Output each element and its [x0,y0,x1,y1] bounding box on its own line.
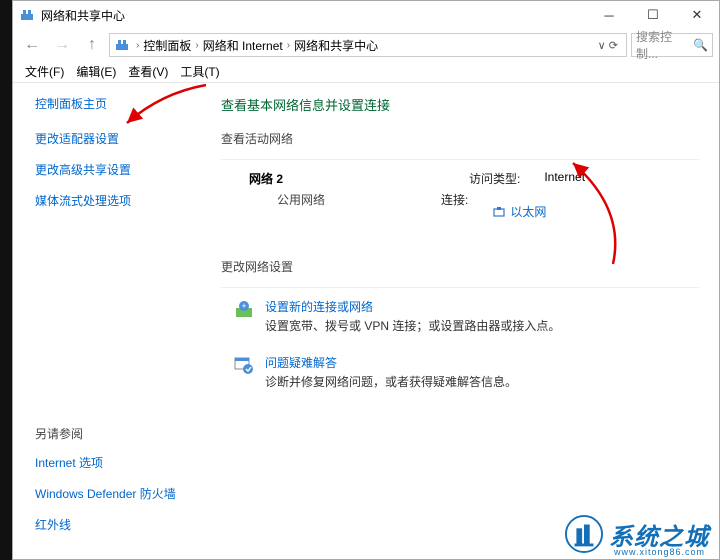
window-controls: ─ ☐ ✕ [587,1,719,29]
minimize-button[interactable]: ─ [587,1,631,29]
sidebar-item-media-streaming[interactable]: 媒体流式处理选项 [35,192,201,209]
task-new-connection[interactable]: + 设置新的连接或网络 设置宽带、拨号或 VPN 连接；或设置路由器或接入点。 [221,298,699,334]
content: 查看基本网络信息并设置连接 查看活动网络 网络 2 访问类型: Internet… [201,83,719,559]
up-button[interactable]: ↑ [79,32,105,58]
task-title: 问题疑难解答 [265,354,517,371]
breadcrumb-item[interactable]: 网络和 Internet [203,37,283,54]
related-title: 另请参阅 [35,425,201,442]
network-row: 网络 2 访问类型: Internet [221,170,699,187]
menu-tools[interactable]: 工具(T) [176,61,223,82]
new-connection-icon: + [233,298,255,320]
task-title: 设置新的连接或网络 [265,298,560,315]
watermark-url: www.xitong86.com [614,547,705,557]
close-button[interactable]: ✕ [675,1,719,29]
chevron-right-icon: › [195,40,198,51]
sidebar-home[interactable]: 控制面板主页 [35,95,201,112]
search-icon: 🔍 [693,38,708,52]
network-type: 公用网络 [249,191,469,208]
chevron-right-icon: › [287,40,290,51]
watermark-icon [565,515,603,553]
menu-file[interactable]: 文件(F) [21,61,68,82]
back-button[interactable]: ← [19,32,45,58]
connection-value: 以太网 [510,203,546,220]
breadcrumb-icon [114,37,130,53]
ethernet-icon [492,205,506,219]
svg-text:+: + [241,301,246,311]
access-type-label: 访问类型: [469,170,520,187]
related-internet-options[interactable]: Internet 选项 [35,454,201,471]
connection-link[interactable]: 以太网 [492,191,546,232]
page-heading: 查看基本网络信息并设置连接 [221,95,699,114]
sidebar: 控制面板主页 更改适配器设置 更改高级共享设置 媒体流式处理选项 另请参阅 In… [13,83,201,559]
task-desc: 设置宽带、拨号或 VPN 连接；或设置路由器或接入点。 [265,317,560,334]
related-defender-firewall[interactable]: Windows Defender 防火墙 [35,485,201,502]
titlebar: 网络和共享中心 ─ ☐ ✕ [13,1,719,29]
connection-label: 连接: [441,191,468,232]
maximize-button[interactable]: ☐ [631,1,675,29]
navbar: ← → ↑ › 控制面板 › 网络和 Internet › 网络和共享中心 ∨ … [13,29,719,61]
related-infrared[interactable]: 红外线 [35,516,201,533]
sidebar-item-sharing-settings[interactable]: 更改高级共享设置 [35,161,201,178]
refresh-button[interactable]: ∨ ⟳ [598,39,618,52]
task-desc: 诊断并修复网络问题，或者获得疑难解答信息。 [265,373,517,390]
sidebar-item-adapter-settings[interactable]: 更改适配器设置 [35,130,201,147]
task-troubleshoot[interactable]: 问题疑难解答 诊断并修复网络问题，或者获得疑难解答信息。 [221,354,699,390]
search-placeholder: 搜索控制... [636,28,693,62]
body: 控制面板主页 更改适配器设置 更改高级共享设置 媒体流式处理选项 另请参阅 In… [13,83,719,559]
window: 网络和共享中心 ─ ☐ ✕ ← → ↑ › 控制面板 › 网络和 Interne… [12,0,720,560]
menubar: 文件(F) 编辑(E) 查看(V) 工具(T) [13,61,719,83]
section-active-networks: 查看活动网络 [221,130,699,147]
section-change-settings: 更改网络设置 [221,258,699,275]
left-edge-strip [0,0,12,560]
breadcrumb[interactable]: › 控制面板 › 网络和 Internet › 网络和共享中心 ∨ ⟳ [109,33,627,57]
breadcrumb-item[interactable]: 网络和共享中心 [294,37,378,54]
troubleshoot-icon [233,354,255,376]
window-title: 网络和共享中心 [41,7,587,24]
menu-edit[interactable]: 编辑(E) [72,61,120,82]
breadcrumb-item[interactable]: 控制面板 [143,37,191,54]
access-type-value: Internet [544,170,585,187]
app-icon [19,7,35,23]
menu-view[interactable]: 查看(V) [124,61,172,82]
network-row-2: 公用网络 连接: 以太网 [221,191,699,232]
forward-button[interactable]: → [49,32,75,58]
chevron-right-icon: › [136,40,139,51]
search-input[interactable]: 搜索控制... 🔍 [631,33,713,57]
network-name: 网络 2 [249,170,469,187]
